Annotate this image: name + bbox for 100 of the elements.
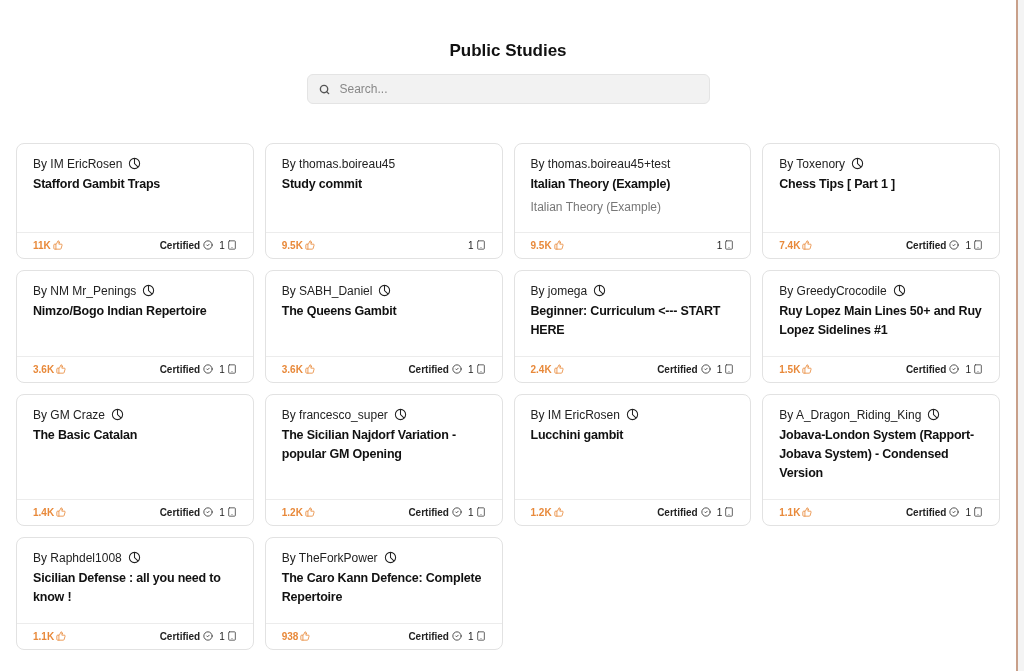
likes-count: 9.5K [281,238,303,253]
author-name: By thomas.boireau45 [281,155,396,173]
chapter-count: 1 [219,362,225,377]
book-icon [973,507,983,517]
study-card[interactable]: By GM Craze The Basic Catalan 1.4K Certified 1 [16,393,254,526]
certified-label: Certified [159,505,201,520]
book-icon [475,240,486,250]
certified-label: Certified [159,362,201,377]
book-icon [475,507,486,517]
chapter-count: 1 [716,238,723,253]
thumbs-up-icon [304,507,315,517]
book-icon [475,364,486,374]
study-card[interactable]: By TheForkPower The Caro Kann Defence: Complete Repertoire 938 Certified 1 [264,536,503,650]
thumbs-up-icon [300,631,311,641]
likes-count: 1.2K [281,505,303,520]
chapter-count: 1 [467,505,474,520]
certified-label: Certified [408,362,449,377]
author-name: By IM EricRosen [530,406,620,424]
likes-count: 3.6K [33,362,55,377]
check-circle-icon [451,631,462,641]
likes-count: 11K [33,238,51,253]
likes-count: 3.6K [281,362,303,377]
chapter-count: 1 [716,505,723,520]
check-circle-icon [949,240,960,250]
book-icon [973,364,983,374]
book-icon [724,364,735,374]
chapter-count: 1 [219,505,225,520]
author-name: By Raphdel1008 [33,549,122,567]
search-field[interactable]: Search... [306,73,710,104]
study-card[interactable]: By IM EricRosen Stafford Gambit Traps 11K Certified 1 [16,142,254,259]
chapter-count: 1 [716,362,723,377]
author-name: By GreedyCrocodile [779,282,887,300]
study-card[interactable]: By Toxenory Chess Tips [ Part 1 ] 7.4K Certified 1 [762,142,1000,259]
likes-count: 9.5K [530,238,552,253]
study-title: Stafford Gambit Traps [33,175,162,193]
thumbs-up-icon [553,507,564,517]
author-name: By TheForkPower [281,549,378,567]
page-title: Public Studies [449,40,567,62]
chapter-count: 1 [467,362,474,377]
search-icon [318,83,330,95]
author-name: By NM Mr_Penings [33,282,137,300]
check-circle-icon [203,631,214,641]
study-title: Jobava-London System (Rapport-Jobava System) - Condensed Version [779,426,975,482]
chapter-count: 1 [219,238,225,253]
study-card[interactable]: By thomas.boireau45 Study commit 9.5K 1 [264,142,503,259]
check-circle-icon [451,364,462,374]
book-icon [226,631,237,641]
check-circle-icon [203,507,214,517]
chapter-count: 1 [467,629,474,644]
likes-count: 1.4K [33,505,55,520]
author-name: By IM EricRosen [33,155,123,173]
thumbs-up-icon [304,364,315,374]
chapter-count: 1 [467,238,474,253]
author-name: By GM Craze [33,406,105,424]
thumbs-up-icon [52,240,63,250]
book-icon [475,631,486,641]
check-circle-icon [700,364,711,374]
check-circle-icon [203,364,214,374]
check-circle-icon [451,507,462,517]
study-title: Ruy Lopez Main Lines 50+ and Ruy Lopez Sidelines #1 [779,302,983,339]
study-card[interactable]: By francesco_super The Sicilian Najdorf Variation - popular GM Opening 1.2K Certified 1 [264,393,503,526]
study-title: The Basic Catalan [33,426,139,444]
likes-count: 1.2K [530,505,552,520]
study-title: The Sicilian Najdorf Variation - popular GM Opening [281,426,457,463]
book-icon [724,507,735,517]
study-card[interactable]: By jomega Beginner: Curriculum <--- START HERE 2.4K Certified 1 [513,269,752,383]
thumbs-up-icon [802,507,813,517]
chapter-count: 1 [965,238,971,253]
check-circle-icon [203,240,214,250]
study-title: The Queens Gambit [281,302,398,320]
study-description: Italian Theory (Example) [530,198,662,216]
thumbs-up-icon [802,240,813,250]
book-icon [226,364,237,374]
study-card[interactable]: By A_Dragon_Riding_King Jobava-London System (Rapport-Jobava System) - Condensed Version 1.1K Certified 1 [762,393,1000,526]
likes-count: 7.4K [779,238,801,253]
study-card[interactable]: By SABH_Daniel The Queens Gambit 3.6K Certified 1 [264,269,503,383]
chapter-count: 1 [965,362,971,377]
study-card[interactable]: By Raphdel1008 Sicilian Defense : all you need to know ! 1.1K Certified 1 [16,536,254,650]
study-title: Nimzo/Bogo Indian Repertoire [33,302,208,320]
study-card[interactable]: By IM EricRosen Lucchini gambit 1.2K Certified 1 [513,393,752,526]
thumbs-up-icon [56,631,67,641]
thumbs-up-icon [553,240,564,250]
certified-label: Certified [159,629,201,644]
author-name: By francesco_super [281,406,388,424]
likes-count: 938 [281,629,299,644]
study-title: Italian Theory (Example) [530,175,672,193]
certified-label: Certified [657,362,698,377]
chapter-count: 1 [965,505,971,520]
study-title: Chess Tips [ Part 1 ] [779,175,896,193]
thumbs-up-icon [56,507,67,517]
thumbs-up-icon [56,364,67,374]
study-title: The Caro Kann Defence: Complete Repertoire [281,569,483,606]
book-icon [226,240,237,250]
study-title: Study commit [281,175,363,193]
study-title: Lucchini gambit [530,426,625,444]
study-card[interactable]: By thomas.boireau45+test Italian Theory (Example) Italian Theory (Example) 9.5K 1 [513,142,752,259]
study-card[interactable]: By NM Mr_Penings Nimzo/Bogo Indian Repertoire 3.6K Certified 1 [16,269,254,383]
study-card[interactable]: By GreedyCrocodile Ruy Lopez Main Lines 50+ and Ruy Lopez Sidelines #1 1.5K Certified 1 [762,269,1000,383]
chapter-count: 1 [219,629,225,644]
book-icon [226,507,237,517]
